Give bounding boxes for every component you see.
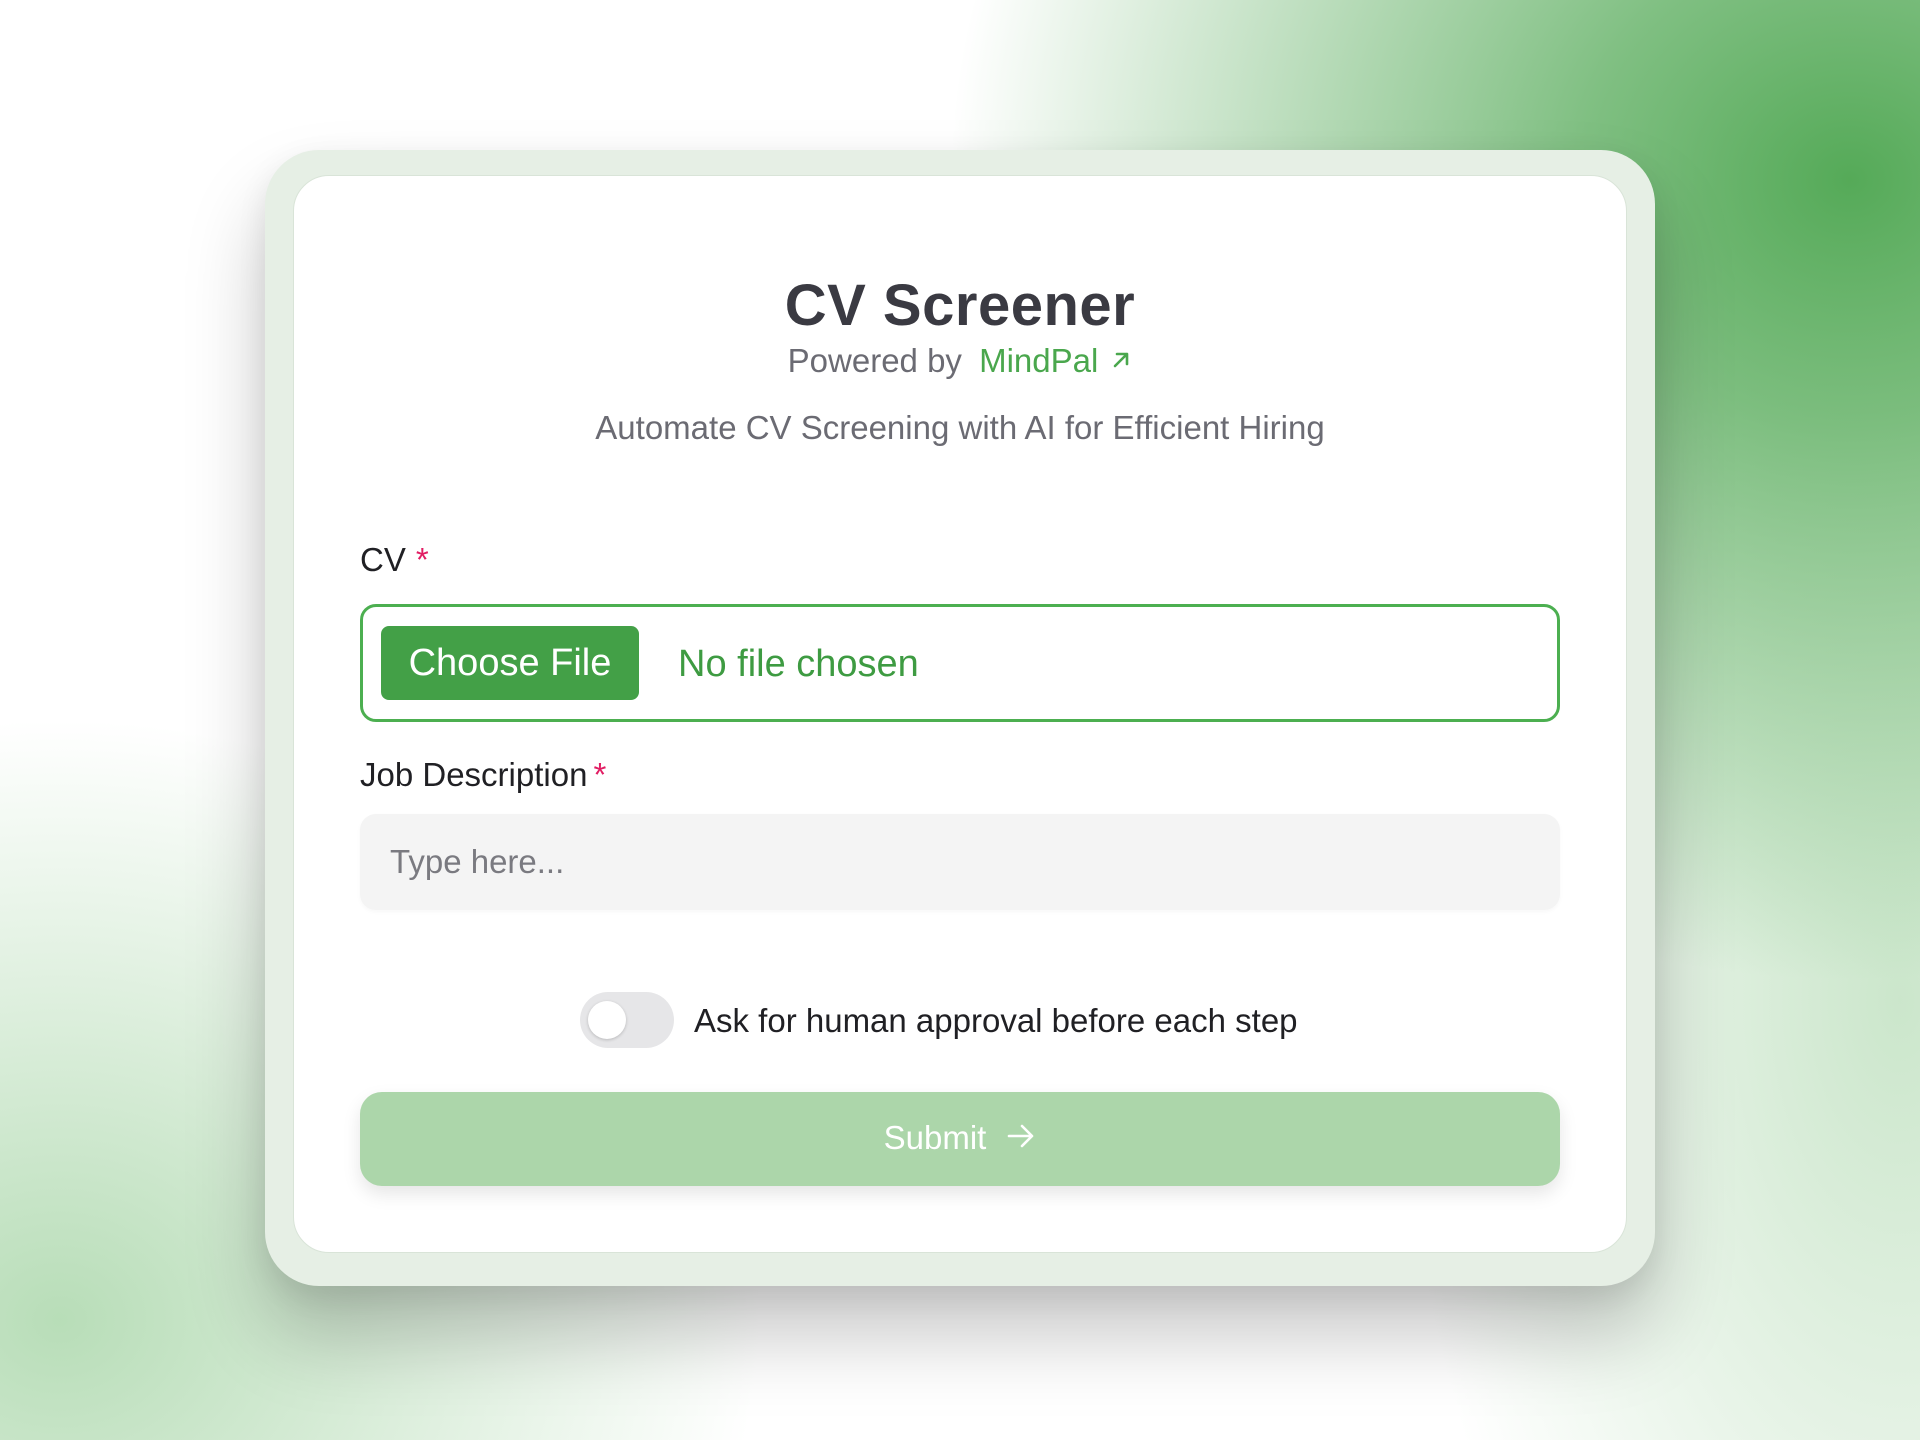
required-marker: *: [415, 541, 429, 578]
toggle-knob: [588, 1001, 626, 1039]
powered-by-prefix: Powered by: [787, 342, 962, 379]
submit-button-label: Submit: [883, 1118, 987, 1156]
arrow-up-right-icon: [1110, 341, 1132, 379]
arrow-right-icon: [1006, 1119, 1036, 1157]
cv-label: CV *: [360, 541, 429, 579]
mindpal-link[interactable]: MindPal: [979, 342, 1132, 379]
mindpal-link-label: MindPal: [979, 342, 1099, 379]
submit-button[interactable]: Submit: [360, 1092, 1560, 1186]
file-status: No file chosen: [678, 643, 919, 685]
approval-toggle-row: Ask for human approval before each step: [294, 992, 1626, 1052]
approval-toggle-label: Ask for human approval before each step: [694, 1002, 1298, 1039]
choose-file-button[interactable]: Choose File: [381, 626, 639, 700]
page-title: CV Screener: [784, 273, 1136, 338]
tagline: Automate CV Screening with AI for Effici…: [595, 409, 1325, 446]
required-marker: *: [593, 756, 607, 793]
powered-by: Powered by MindPal: [294, 342, 1626, 382]
cv-label-text: CV: [360, 541, 406, 578]
form-card: CV Screener Powered by MindPal Automate …: [293, 175, 1627, 1253]
job-description-input[interactable]: [360, 814, 1560, 910]
job-description-label: Job Description *: [360, 756, 606, 794]
cv-file-input[interactable]: Choose File No file chosen: [360, 604, 1560, 722]
approval-toggle[interactable]: [580, 992, 674, 1048]
window-frame: CV Screener Powered by MindPal Automate …: [265, 150, 1655, 1286]
job-description-label-text: Job Description: [360, 756, 588, 793]
